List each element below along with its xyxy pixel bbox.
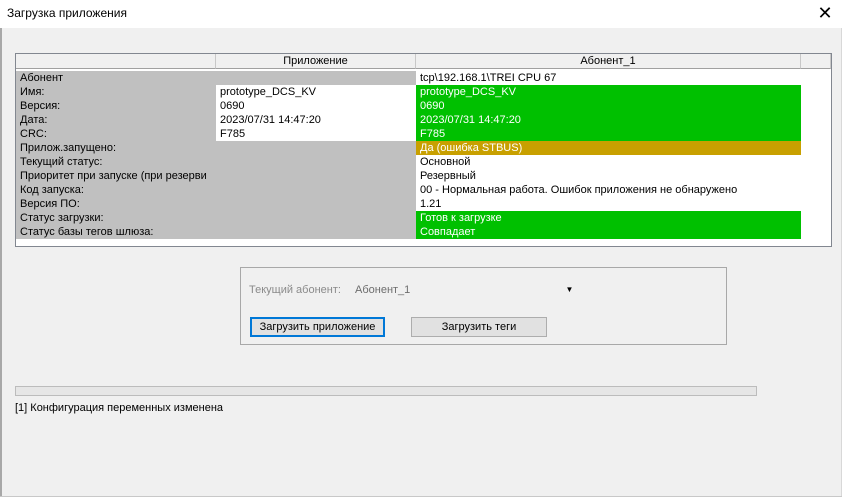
application-value-cell (216, 141, 416, 155)
chevron-down-icon[interactable]: ▼ (561, 281, 578, 299)
subscriber-value-cell: Совпадает (416, 225, 801, 239)
current-subscriber-label: Текущий абонент: (249, 284, 341, 296)
application-value-cell (216, 169, 416, 183)
row-label: Дата: (16, 113, 216, 127)
table-row[interactable]: Имя: prototype_DCS_KV prototype_DCS_KV (16, 85, 831, 99)
row-label: Приоритет при запуске (при резерви (16, 169, 216, 183)
application-value-cell: prototype_DCS_KV (216, 85, 416, 99)
title-bar: Загрузка приложения ✕ (0, 0, 842, 28)
subscriber-value-cell: 2023/07/31 14:47:20 (416, 113, 801, 127)
compare-grid[interactable]: Приложение Абонент_1 Абонент tcp\192.168.… (15, 53, 832, 247)
filler-cell (801, 71, 831, 85)
load-application-button[interactable]: Загрузить приложение (250, 317, 385, 337)
subscriber-select[interactable]: Абонент_1 ▼ (352, 281, 578, 299)
application-value-cell (216, 155, 416, 169)
table-row[interactable]: Дата: 2023/07/31 14:47:20 2023/07/31 14:47… (16, 113, 831, 127)
close-icon[interactable]: ✕ (814, 3, 836, 23)
filler-cell (801, 225, 831, 239)
application-value-cell: F785 (216, 127, 416, 141)
row-label: Статус загрузки: (16, 211, 216, 225)
filler-cell (801, 141, 831, 155)
filler-cell (801, 169, 831, 183)
table-row[interactable]: Статус загрузки: Готов к загрузке (16, 211, 831, 225)
window-edge (0, 28, 2, 497)
application-value-cell: 0690 (216, 99, 416, 113)
row-label: Имя: (16, 85, 216, 99)
load-panel: Текущий абонент: Абонент_1 ▼ Загрузить п… (240, 267, 727, 345)
load-tags-button[interactable]: Загрузить теги (411, 317, 547, 337)
subscriber-value-cell: Резервный (416, 169, 801, 183)
subscriber-value-cell: F785 (416, 127, 801, 141)
table-row[interactable]: Текущий статус: Основной (16, 155, 831, 169)
application-value-cell (216, 183, 416, 197)
table-row[interactable]: Статус базы тегов шлюза: Совпадает (16, 225, 831, 239)
table-row[interactable]: CRC: F785 F785 (16, 127, 831, 141)
row-label: Код запуска: (16, 183, 216, 197)
row-label: Версия ПО: (16, 197, 216, 211)
row-label: Статус базы тегов шлюза: (16, 225, 216, 239)
application-value-cell: 2023/07/31 14:47:20 (216, 113, 416, 127)
subscriber-value-cell: tcp\192.168.1\TREI CPU 67 (416, 71, 801, 85)
filler-cell (801, 211, 831, 225)
row-label: Прилож.запущено: (16, 141, 216, 155)
row-label: Текущий статус: (16, 155, 216, 169)
row-label: Абонент (16, 71, 216, 85)
table-row[interactable]: Приоритет при запуске (при резерви Резерв… (16, 169, 831, 183)
filler-cell (801, 99, 831, 113)
grid-header-row: Приложение Абонент_1 (16, 54, 831, 69)
filler-cell (801, 183, 831, 197)
table-row[interactable]: Версия: 0690 0690 (16, 99, 831, 113)
subscriber-select-value: Абонент_1 (355, 284, 411, 296)
table-row[interactable]: Код запуска: 00 - Нормальная работа. Ошиб… (16, 183, 831, 197)
subscriber-value-cell: 0690 (416, 99, 801, 113)
subscriber-value-cell: prototype_DCS_KV (416, 85, 801, 99)
table-row[interactable]: Абонент tcp\192.168.1\TREI CPU 67 (16, 71, 831, 85)
filler-cell (801, 197, 831, 211)
status-message: [1] Конфигурация переменных изменена (15, 402, 224, 414)
filler-cell (801, 85, 831, 99)
subscriber-value-cell: 00 - Нормальная работа. Ошибок приложени… (416, 183, 801, 197)
progress-bar (15, 386, 757, 396)
application-value-cell (216, 197, 416, 211)
application-value-cell (216, 225, 416, 239)
subscriber-value-cell: Готов к загрузке (416, 211, 801, 225)
filler-cell (801, 155, 831, 169)
subscriber-value-cell: Да (ошибка STBUS) (416, 141, 801, 155)
table-row[interactable]: Прилож.запущено: Да (ошибка STBUS) (16, 141, 831, 155)
grid-header-cell[interactable] (16, 54, 216, 69)
application-value-cell (216, 71, 416, 85)
filler-cell (801, 127, 831, 141)
window-title: Загрузка приложения (7, 6, 127, 20)
grid-header-cell-empty (801, 54, 831, 69)
row-label: CRC: (16, 127, 216, 141)
table-row[interactable]: Версия ПО: 1.21 (16, 197, 831, 211)
application-value-cell (216, 211, 416, 225)
grid-header-cell[interactable]: Абонент_1 (416, 54, 801, 69)
subscriber-value-cell: 1.21 (416, 197, 801, 211)
row-label: Версия: (16, 99, 216, 113)
filler-cell (801, 113, 831, 127)
grid-header-cell[interactable]: Приложение (216, 54, 416, 69)
subscriber-value-cell: Основной (416, 155, 801, 169)
